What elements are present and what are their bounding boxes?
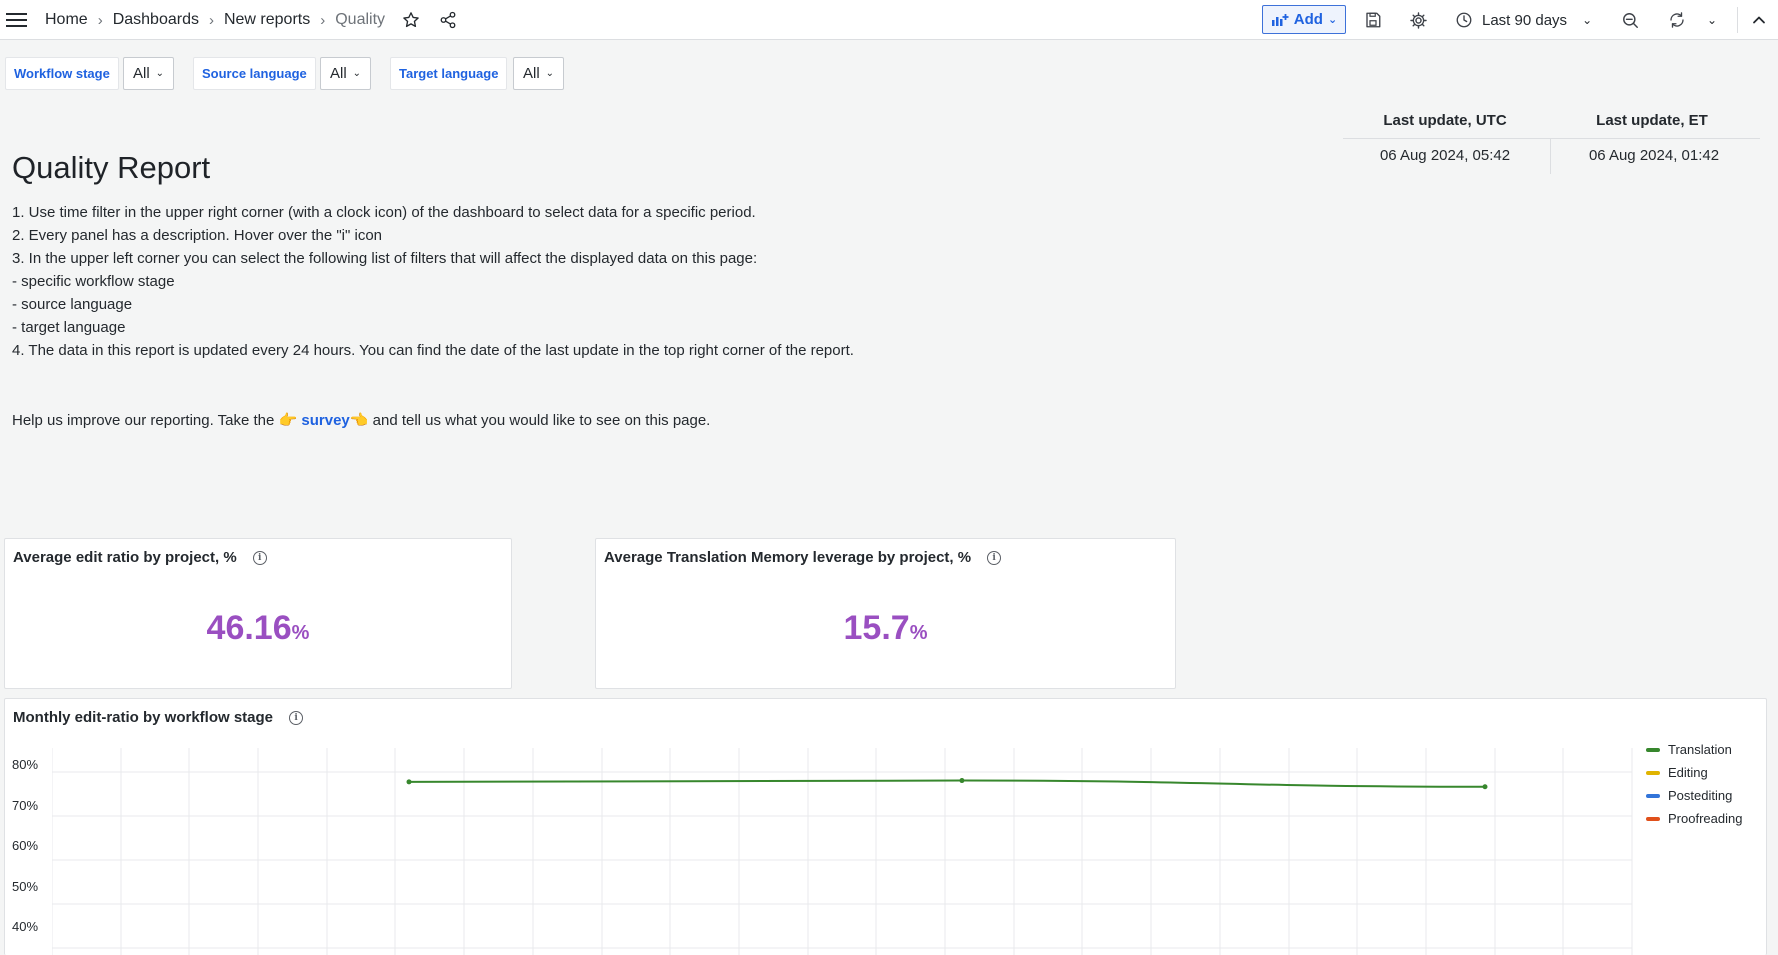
- chevron-down-icon: ⌄: [1582, 13, 1593, 27]
- panel-title: Average Translation Memory leverage by p…: [604, 549, 1002, 566]
- breadcrumb-home[interactable]: Home: [45, 11, 88, 29]
- refresh-icon[interactable]: [1668, 0, 1686, 40]
- add-button[interactable]: Add ⌄: [1262, 5, 1346, 34]
- info-icon[interactable]: i: [252, 550, 267, 565]
- series-line-translation: [408, 779, 1486, 788]
- y-tick-label: 40%: [12, 919, 39, 934]
- survey-link[interactable]: survey: [301, 412, 349, 429]
- legend-label: Translation: [1668, 742, 1732, 757]
- stat-panel-edit-ratio: Average edit ratio by project, % i 46.16…: [4, 538, 512, 689]
- stat-number: 46.16: [206, 609, 292, 647]
- menu-icon[interactable]: [6, 0, 28, 40]
- chevron-right-icon: ›: [97, 11, 103, 29]
- chevron-down-icon: ⌄: [1327, 14, 1338, 26]
- legend-label: Proofreading: [1668, 811, 1743, 826]
- chevron-down-icon: ⌄: [352, 68, 362, 79]
- legend-label: Editing: [1668, 765, 1708, 780]
- edit-ratio-line-chart: [52, 748, 1633, 955]
- breadcrumb-quality: Quality: [335, 11, 386, 28]
- instruction-line: 3. In the upper left corner you can sele…: [12, 250, 758, 267]
- y-tick-label: 70%: [12, 798, 39, 813]
- pointing-left-emoji: 👈: [349, 412, 369, 429]
- panel-title: Average edit ratio by project, % i: [13, 549, 267, 566]
- filter-value: All: [523, 65, 540, 82]
- instruction-line: - specific workflow stage: [12, 273, 175, 290]
- survey-suffix: and tell us what you would like to see o…: [372, 412, 711, 429]
- last-update-utc-header: Last update, UTC: [1383, 112, 1507, 129]
- legend-item-proofreading[interactable]: Proofreading: [1646, 811, 1742, 826]
- legend-item-translation[interactable]: Translation: [1646, 742, 1732, 757]
- page-title: Quality Report: [12, 150, 211, 185]
- stat-unit: %: [909, 622, 928, 644]
- survey-prefix: Help us improve our reporting. Take the: [12, 412, 275, 429]
- panel-title: Monthly edit-ratio by workflow stage i: [13, 709, 304, 726]
- panel-title-text: Monthly edit-ratio by workflow stage: [13, 709, 274, 726]
- filter-value: All: [133, 65, 150, 82]
- chevron-down-icon: ⌄: [545, 68, 555, 79]
- collapse-chevron-up-icon[interactable]: [1752, 0, 1766, 40]
- data-point[interactable]: [406, 779, 412, 785]
- top-bar: Home › Dashboards › New reports › Qualit…: [0, 0, 1778, 40]
- breadcrumb-dashboards[interactable]: Dashboards: [113, 11, 199, 29]
- instruction-line: 1. Use time filter in the upper right co…: [12, 204, 756, 221]
- clock-icon: [1456, 12, 1472, 28]
- stat-panel-tm-leverage: Average Translation Memory leverage by p…: [595, 538, 1176, 689]
- time-range-picker[interactable]: Last 90 days ⌄: [1455, 0, 1592, 40]
- stat-value: 46.16%: [5, 609, 511, 648]
- chevron-right-icon: ›: [320, 11, 326, 29]
- panel-title-text: Average edit ratio by project, %: [13, 549, 237, 566]
- data-point[interactable]: [959, 778, 965, 784]
- breadcrumb: Home › Dashboards › New reports › Qualit…: [45, 0, 385, 40]
- data-point[interactable]: [1482, 784, 1488, 790]
- instruction-line: - target language: [12, 319, 126, 336]
- stat-value: 15.7%: [596, 609, 1175, 648]
- chevron-down-icon: ⌄: [155, 68, 165, 79]
- legend-swatch: [1646, 793, 1660, 798]
- info-icon[interactable]: i: [289, 710, 304, 725]
- table-divider: [1343, 138, 1760, 139]
- gear-icon[interactable]: [1409, 0, 1428, 40]
- legend-item-postediting[interactable]: Postediting: [1646, 788, 1732, 803]
- breadcrumb-new-reports[interactable]: New reports: [224, 11, 310, 29]
- share-icon[interactable]: [439, 0, 457, 40]
- chevron-right-icon: ›: [208, 11, 214, 29]
- y-tick-label: 50%: [12, 879, 39, 894]
- legend-item-editing[interactable]: Editing: [1646, 765, 1708, 780]
- star-icon[interactable]: [402, 0, 420, 40]
- zoom-out-icon[interactable]: [1621, 0, 1640, 40]
- time-range-label: Last 90 days: [1482, 11, 1568, 29]
- add-label: Add: [1293, 11, 1323, 28]
- y-tick-label: 80%: [12, 757, 39, 772]
- filter-select-workflow-stage[interactable]: All ⌄: [123, 57, 175, 90]
- legend-swatch: [1646, 747, 1660, 752]
- instruction-line: 4. The data in this report is updated ev…: [12, 342, 854, 359]
- last-update-utc-value: 06 Aug 2024, 05:42: [1379, 147, 1511, 164]
- filter-select-source-language[interactable]: All ⌄: [320, 57, 372, 90]
- y-tick-label: 60%: [12, 838, 39, 853]
- last-update-et-value: 06 Aug 2024, 01:42: [1588, 147, 1720, 164]
- legend-label: Postediting: [1668, 788, 1733, 803]
- filter-label-source-language: Source language: [193, 57, 316, 90]
- panel-title-text: Average Translation Memory leverage by p…: [604, 549, 972, 566]
- pointing-right-emoji: 👉: [278, 412, 298, 429]
- info-icon[interactable]: i: [987, 550, 1002, 565]
- filter-label-target-language: Target language: [390, 57, 508, 90]
- save-icon[interactable]: [1364, 0, 1382, 40]
- filter-value: All: [330, 65, 347, 82]
- stat-number: 15.7: [843, 609, 910, 647]
- instruction-line: 2. Every panel has a description. Hover …: [12, 227, 383, 244]
- legend-swatch: [1646, 770, 1660, 775]
- instruction-line: - source language: [12, 296, 133, 313]
- divider: [1737, 7, 1738, 33]
- filter-label-workflow-stage: Workflow stage: [5, 57, 119, 90]
- legend-swatch: [1646, 816, 1660, 821]
- add-panel-icon: [1271, 13, 1289, 26]
- filter-select-target-language[interactable]: All ⌄: [513, 57, 565, 90]
- refresh-interval-chevron-icon[interactable]: ⌄: [1707, 0, 1717, 40]
- last-update-et-header: Last update, ET: [1596, 112, 1708, 129]
- survey-text: Help us improve our reporting. Take the …: [12, 411, 710, 429]
- stat-unit: %: [291, 622, 310, 644]
